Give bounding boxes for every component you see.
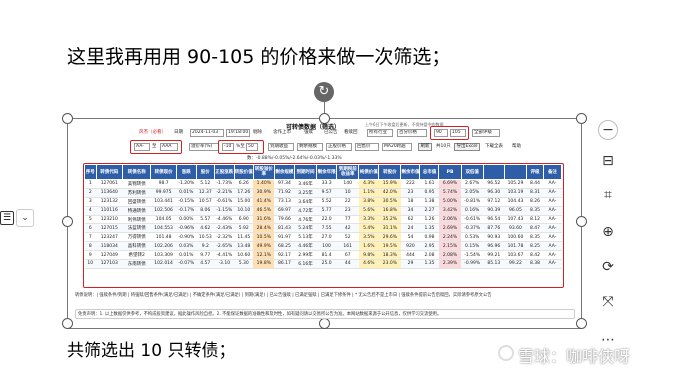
industry-select[interactable]: 所有行业: [367, 129, 393, 137]
date-input[interactable]: 2024-11-03: [190, 129, 224, 137]
table-highlight-box: [83, 163, 564, 288]
text-wrap-control[interactable]: ☰ ⌄: [0, 207, 38, 229]
chevron-down-icon[interactable]: ⌄: [16, 209, 34, 227]
crop-icon[interactable]: ⌗: [596, 183, 620, 207]
filter-check-4[interactable]: 已公告: [324, 129, 338, 137]
result-count: 共10只: [436, 144, 451, 149]
sort-select-2[interactable]: 剩余规模: [297, 143, 323, 151]
sort-select-5[interactable]: MA20跨越: [382, 143, 412, 151]
filter-check-1[interactable]: 剔除: [253, 129, 262, 137]
rating-range-highlight: [130, 140, 182, 154]
refresh-button[interactable]: 刷新: [418, 143, 432, 151]
sort-select-3[interactable]: 正股价格: [326, 143, 352, 151]
text-wrap-icon[interactable]: ☰: [0, 211, 14, 225]
watermark-text: 雪球：咖啡侠呀: [518, 347, 631, 366]
align-icon[interactable]: ⊟: [596, 149, 620, 173]
watermark-logo-icon: [498, 345, 514, 361]
document-heading: 这里我再用用 90-105 的价格来做一次筛选；: [67, 46, 451, 68]
price-select[interactable]: 百分价格: [397, 129, 427, 137]
help-link[interactable]: 帮助: [512, 143, 521, 151]
stats-line: 数：-0.88%/-0.05%/-2.64%/-0.03%/-1.33%: [247, 156, 342, 161]
sort-select-4[interactable]: 回售价: [355, 143, 379, 151]
fullscreen-icon[interactable]: ⤧: [596, 290, 620, 314]
sort-select-1[interactable]: 到期收益: [268, 143, 294, 151]
legend-text: 转债说明：| 强赎条件/到期 | 将强赎/回售条件(满足/已满足) | 不确定条…: [75, 293, 492, 298]
price-range-highlight: [430, 126, 469, 140]
document-footer-text: 共筛选出 10 只转债；: [67, 341, 236, 361]
rotate-image-icon[interactable]: ⟳: [596, 255, 620, 279]
premium-select[interactable]: 溢价率(%): [189, 143, 219, 151]
premium-range-highlight: [218, 140, 264, 154]
date-label: 日期: [174, 130, 183, 135]
rotate-handle-icon[interactable]: ↻: [314, 82, 334, 102]
zoom-out-icon[interactable]: −: [598, 120, 618, 140]
time-input[interactable]: 19:18:00: [226, 129, 250, 137]
guide-link[interactable]: 风杰（必看）: [139, 129, 166, 137]
download-table-link[interactable]: 下载全表: [485, 143, 503, 151]
disclaimer-text: 免责声明：1. 以上数据仅供参考，不构成投资建议，据此操作风险自担。2. 不能保…: [75, 309, 575, 319]
embedded-screenshot: 可转债数据（筛选） 上午6日下午收盘后更新，不保持盘中的数据 风杰（必看） 日期…: [72, 119, 578, 324]
rating-select[interactable]: 全部评级: [472, 129, 500, 137]
filter-check-2[interactable]: 含作上市: [273, 129, 291, 137]
zoom-in-icon[interactable]: ⊕: [596, 220, 620, 244]
filter-check-3[interactable]: 强赎: [304, 129, 313, 137]
export-excel-button[interactable]: 导出Excel: [454, 143, 480, 151]
filter-check-5[interactable]: 看赎回: [344, 129, 358, 137]
